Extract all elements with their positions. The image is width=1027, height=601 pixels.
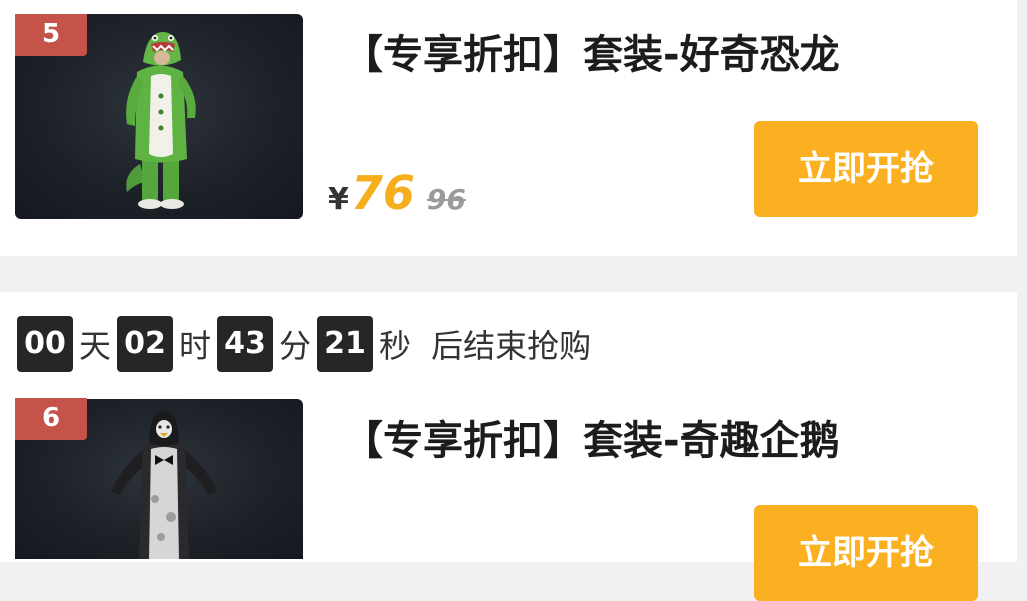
rank-badge: 5 (15, 14, 87, 56)
countdown-hours: 02 (117, 316, 174, 372)
original-price: 96 (426, 183, 466, 216)
countdown-timer: 00 天 02 时 43 分 21 秒后结束抢购 (17, 316, 591, 374)
countdown-seconds-unit: 秒 (379, 327, 412, 365)
currency-symbol: ¥ (328, 182, 349, 217)
product-card[interactable]: 00 天 02 时 43 分 21 秒后结束抢购 【专享折扣】套装-奇趣企鹅 立即开抢 (0, 292, 1017, 601)
countdown-seconds: 21 (317, 316, 374, 372)
buy-now-button[interactable]: 立即开抢 (754, 121, 978, 217)
buy-now-button[interactable]: 立即开抢 (754, 505, 978, 601)
countdown-suffix: 后结束抢购 (431, 327, 592, 365)
countdown-minutes-unit: 分 (279, 327, 312, 365)
price-row: ¥76 96 (328, 166, 466, 222)
product-card[interactable]: 5 【专享折扣】套装-好奇恐龙 ¥76 96 立即开抢 (0, 0, 1017, 256)
countdown-days-unit: 天 (79, 327, 112, 365)
product-title[interactable]: 【专享折扣】套装-奇趣企鹅 (343, 408, 840, 466)
rank-badge: 6 (15, 398, 87, 440)
countdown-hours-unit: 时 (179, 327, 212, 365)
countdown-days: 00 (17, 316, 73, 372)
countdown-minutes: 43 (217, 316, 274, 372)
product-title[interactable]: 【专享折扣】套装-好奇恐龙 (343, 22, 840, 80)
sale-price: 76 (350, 166, 415, 220)
